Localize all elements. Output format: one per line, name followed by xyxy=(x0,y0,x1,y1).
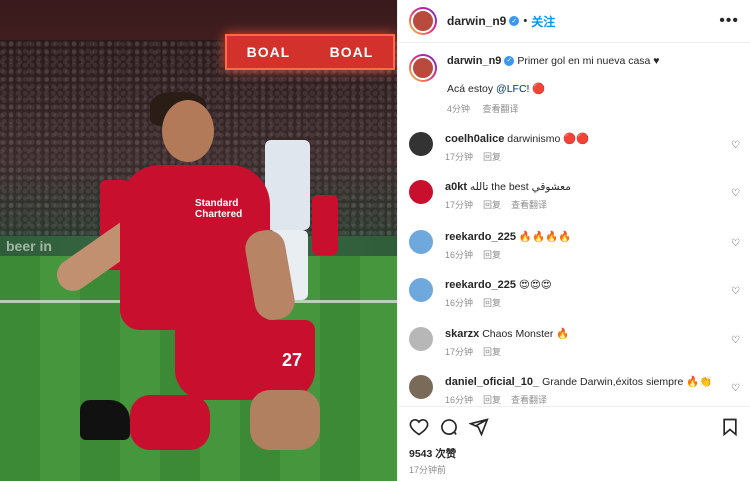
post-timestamp: 17分钟前 xyxy=(409,465,447,475)
comment-text: تالله the best معشوقي xyxy=(469,181,571,193)
stadium-led-banner: BOAL BOAL xyxy=(225,34,395,70)
caption-line2-text: Acá estoy xyxy=(447,83,497,95)
post-header: darwin_n9 ✓ • 关注 ••• xyxy=(398,0,750,43)
comment-text: darwinismo 🔴🔴 xyxy=(507,133,590,145)
caption-username[interactable]: darwin_n9 xyxy=(447,55,501,67)
heart-icon[interactable] xyxy=(409,417,429,437)
commenter-avatar[interactable] xyxy=(409,230,433,254)
mention-link[interactable]: @LFC xyxy=(496,83,527,95)
comment-like-heart-icon[interactable]: ♡ xyxy=(731,238,740,249)
commenter-avatar[interactable] xyxy=(409,132,433,156)
player-leg-left xyxy=(130,395,210,450)
see-translation-link[interactable]: 查看翻译 xyxy=(483,104,519,114)
caption-line2: Acá estoy @LFC! 🔴 xyxy=(447,82,660,96)
post-photo[interactable]: BOAL BOAL beer in Standard Chartered 27 xyxy=(0,0,397,481)
comment-text: 🔥🔥🔥🔥 xyxy=(518,231,572,243)
post-caption: darwin_n9 ✓ Primer gol en mi nueva casa ♥… xyxy=(409,54,739,116)
commenter-avatar[interactable] xyxy=(409,327,433,351)
reply-button[interactable]: 回复 xyxy=(483,298,501,308)
comment-icon[interactable] xyxy=(439,417,459,437)
commenter-avatar[interactable] xyxy=(409,180,433,204)
commenter-username[interactable]: daniel_oficial_10_ xyxy=(445,376,539,388)
bookmark-icon[interactable] xyxy=(720,417,740,437)
banner-text-left: BOAL xyxy=(246,44,291,60)
action-bar xyxy=(398,406,750,446)
comment-time: 17分钟 xyxy=(445,200,474,210)
player-boot xyxy=(80,400,130,440)
banner-text-right: BOAL xyxy=(329,44,374,60)
comment-item: coelh0alice darwinismo 🔴🔴 17分钟 回复 ♡ xyxy=(409,132,744,163)
comment-item: daniel_oficial_10_ Grande Darwin,éxitos … xyxy=(409,375,744,404)
comment-text: Chaos Monster 🔥 xyxy=(482,328,570,340)
reply-button[interactable]: 回复 xyxy=(483,395,501,404)
reply-button[interactable]: 回复 xyxy=(483,250,501,260)
ellipsis-icon[interactable]: ••• xyxy=(719,12,739,30)
comments-scroll-area[interactable]: darwin_n9 ✓ Primer gol en mi nueva casa ♥… xyxy=(398,44,750,404)
comment-like-heart-icon[interactable]: ♡ xyxy=(731,286,740,297)
reply-button[interactable]: 回复 xyxy=(483,200,501,210)
commenter-username[interactable]: a0kt xyxy=(445,181,467,193)
comment-time: 16分钟 xyxy=(445,298,474,308)
caption-author-avatar[interactable] xyxy=(409,54,437,82)
jersey-sponsor: Standard Chartered xyxy=(195,198,243,220)
commenter-username[interactable]: coelh0alice xyxy=(445,133,504,145)
comment-item: reekardo_225 🔥🔥🔥🔥 16分钟 回复 ♡ xyxy=(409,230,744,261)
comment-time: 17分钟 xyxy=(445,152,474,162)
caption-line2-suffix: ! 🔴 xyxy=(526,83,546,95)
background-player-white xyxy=(265,140,310,230)
reply-button[interactable]: 回复 xyxy=(483,347,501,357)
comment-text: Grande Darwin,éxitos siempre 🔥👏 xyxy=(542,376,713,388)
comment-item: a0kt تالله the best معشوقي 17分钟 回复 查看翻译 ♡ xyxy=(409,180,744,211)
follow-button[interactable]: 关注 xyxy=(531,13,555,30)
comment-item: reekardo_225 😍😍😍 16分钟 回复 ♡ xyxy=(409,278,744,309)
see-translation-link[interactable]: 查看翻译 xyxy=(511,395,547,404)
comment-time: 16分钟 xyxy=(445,250,474,260)
commenter-username[interactable]: reekardo_225 xyxy=(445,231,516,243)
player-leg-right xyxy=(250,390,320,450)
player-head xyxy=(162,100,214,162)
reply-button[interactable]: 回复 xyxy=(483,152,501,162)
shirt-number: 27 xyxy=(282,350,303,370)
background-player-red xyxy=(312,195,338,255)
caption-text: Primer gol en mi nueva casa ♥ xyxy=(517,55,660,67)
comment-like-heart-icon[interactable]: ♡ xyxy=(731,188,740,199)
comment-time: 16分钟 xyxy=(445,395,474,404)
commenter-avatar[interactable] xyxy=(409,375,433,399)
comment-time: 17分钟 xyxy=(445,347,474,357)
commenter-username[interactable]: reekardo_225 xyxy=(445,279,516,291)
comment-item: skarzx Chaos Monster 🔥 17分钟 回复 ♡ xyxy=(409,327,744,358)
separator-dot: • xyxy=(523,15,528,27)
comment-like-heart-icon[interactable]: ♡ xyxy=(731,140,740,151)
commenter-username[interactable]: skarzx xyxy=(445,328,479,340)
post-sidebar: darwin_n9 ✓ • 关注 ••• darwin_n9 ✓ Primer g… xyxy=(397,0,750,481)
like-count[interactable]: 9543 次赞 xyxy=(409,446,456,461)
verified-badge-icon: ✓ xyxy=(504,56,515,67)
comment-like-heart-icon[interactable]: ♡ xyxy=(731,383,740,394)
commenter-avatar[interactable] xyxy=(409,278,433,302)
author-username[interactable]: darwin_n9 xyxy=(447,14,506,28)
verified-badge-icon: ✓ xyxy=(509,16,520,26)
share-icon[interactable] xyxy=(469,417,489,437)
see-translation-link[interactable]: 查看翻译 xyxy=(511,200,547,210)
caption-time: 4分钟 xyxy=(447,104,471,114)
author-avatar[interactable] xyxy=(409,7,437,35)
comment-text: 😍😍😍 xyxy=(518,279,552,291)
comment-like-heart-icon[interactable]: ♡ xyxy=(731,335,740,346)
